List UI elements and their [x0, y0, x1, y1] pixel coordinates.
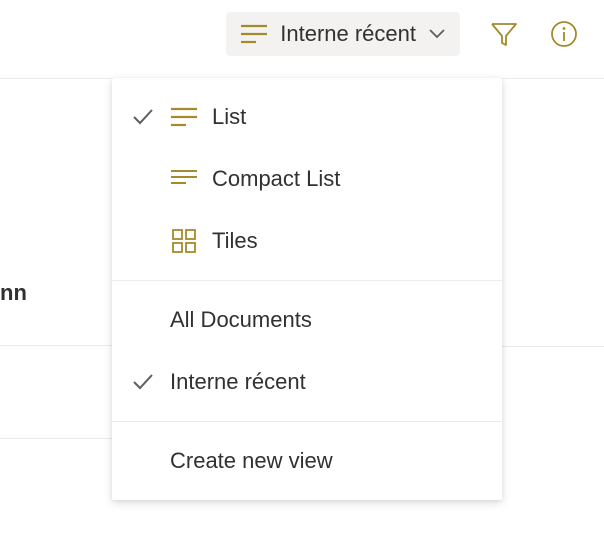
- saved-views-section: All Documents Interne récent: [112, 281, 502, 421]
- check-placeholder: [130, 166, 156, 192]
- chevron-down-icon: [428, 28, 446, 40]
- check-placeholder: [130, 448, 156, 474]
- row-divider: [0, 345, 112, 346]
- view-switcher-label: Interne récent: [280, 21, 416, 47]
- menu-item-label: Tiles: [212, 228, 484, 254]
- compact-list-icon: [170, 165, 198, 193]
- check-placeholder: [130, 228, 156, 254]
- tiles-icon: [170, 227, 198, 255]
- menu-item-compact-list[interactable]: Compact List: [112, 148, 502, 210]
- menu-item-label: Interne récent: [170, 369, 484, 395]
- menu-item-list[interactable]: List: [112, 86, 502, 148]
- filter-icon: [489, 19, 519, 49]
- layout-options-section: List Compact List: [112, 78, 502, 280]
- info-icon: [549, 19, 579, 49]
- menu-item-label: List: [212, 104, 484, 130]
- view-switcher-button[interactable]: Interne récent: [226, 12, 460, 56]
- row-divider: [0, 438, 112, 439]
- menu-item-create-view[interactable]: Create new view: [112, 430, 502, 492]
- checkmark-icon: [130, 104, 156, 130]
- checkmark-icon: [130, 369, 156, 395]
- info-button[interactable]: [548, 18, 580, 50]
- list-icon: [240, 20, 268, 48]
- check-placeholder: [130, 307, 156, 333]
- column-header[interactable]: nn: [0, 280, 27, 306]
- menu-item-tiles[interactable]: Tiles: [112, 210, 502, 272]
- menu-item-label: Create new view: [170, 448, 484, 474]
- view-switcher-menu: List Compact List: [112, 78, 502, 500]
- menu-item-all-documents[interactable]: All Documents: [112, 289, 502, 351]
- menu-item-interne-recent[interactable]: Interne récent: [112, 351, 502, 413]
- list-icon: [170, 103, 198, 131]
- filter-button[interactable]: [488, 18, 520, 50]
- menu-item-label: All Documents: [170, 307, 484, 333]
- menu-item-label: Compact List: [212, 166, 484, 192]
- create-view-section: Create new view: [112, 422, 502, 500]
- command-bar: Interne récent: [226, 12, 580, 56]
- row-divider: [502, 346, 604, 347]
